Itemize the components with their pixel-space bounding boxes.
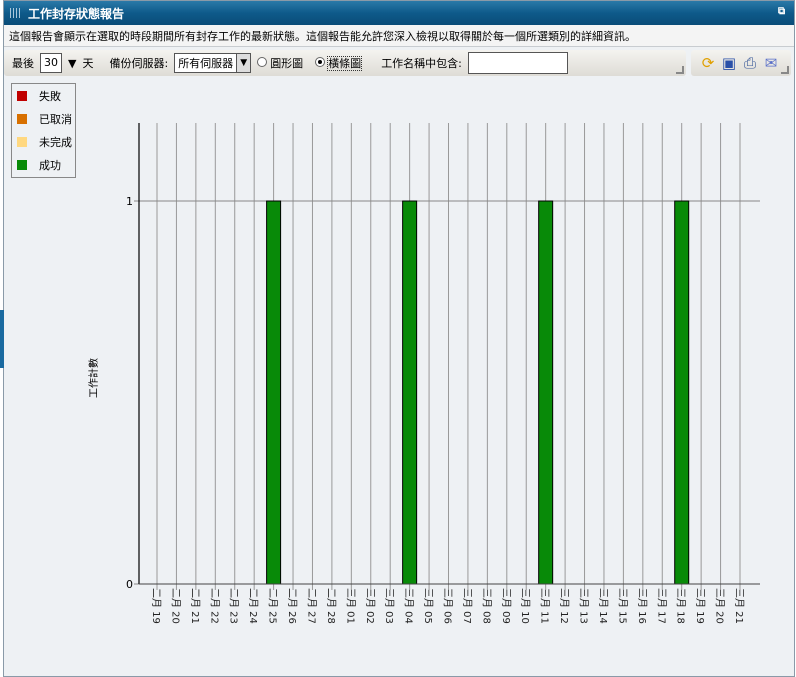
window-title: 工作封存狀態報告 [28, 6, 125, 21]
side-panel-tab[interactable] [0, 310, 4, 368]
report-window: 工作封存狀態報告 ⧉ 這個報告會顯示在選取的時段期間所有封存工作的最新狀態。這個… [3, 0, 795, 677]
resize-handle[interactable] [781, 66, 789, 74]
last-label: 最後 [12, 57, 34, 70]
restore-icon[interactable]: ⧉ [778, 6, 790, 18]
email-icon[interactable]: ✉ [762, 54, 780, 72]
bar-label: 橫條圖 [327, 56, 363, 71]
title-bar: 工作封存狀態報告 ⧉ [4, 1, 794, 25]
legend-swatch [17, 159, 27, 170]
legend-swatch [17, 90, 27, 101]
days-unit: 天 [82, 57, 94, 70]
legend-label: 失敗 [39, 89, 61, 103]
resize-handle[interactable] [676, 66, 684, 74]
chevron-down-icon: ▼ [236, 54, 251, 72]
name-filter-input[interactable] [467, 52, 568, 74]
days-input[interactable]: 30 [40, 53, 62, 73]
server-label: 備份伺服器: [109, 57, 169, 70]
legend-item[interactable]: 失敗 [12, 84, 75, 107]
days-dropdown-icon[interactable]: ▼ [68, 57, 76, 70]
pie-radio[interactable]: 圓形圖 [257, 55, 303, 71]
legend-item[interactable]: 成功 [12, 153, 75, 176]
report-description: 這個報告會顯示在選取的時段期間所有封存工作的最新狀態。這個報告能允許您深入檢視以… [4, 25, 794, 47]
legend-swatch [17, 113, 27, 124]
server-select[interactable]: 所有伺服器 ▼ [174, 53, 252, 73]
legend-item[interactable]: 已取消 [12, 107, 75, 130]
legend-item[interactable]: 未完成 [12, 130, 75, 153]
legend-label: 成功 [39, 158, 61, 172]
save-icon[interactable]: ▣ [720, 54, 738, 72]
pie-label: 圓形圖 [270, 57, 304, 70]
legend-label: 已取消 [39, 112, 72, 126]
grip-icon [10, 8, 20, 18]
refresh-icon[interactable]: ⟳ [699, 54, 717, 72]
name-filter-label: 工作名稱中包含: [381, 57, 462, 70]
bar-radio[interactable]: 橫條圖 [315, 55, 363, 71]
print-icon[interactable]: ⎙ [741, 54, 759, 72]
toolbar: 最後 30 ▼ 天 備份伺服器: 所有伺服器 ▼ 圓形圖 橫條圖 工作名稱中包含:… [4, 49, 794, 77]
chart-legend: 失敗 已取消 未完成 成功 [11, 83, 76, 178]
server-value: 所有伺服器 [178, 57, 234, 70]
legend-swatch [17, 136, 27, 147]
legend-label: 未完成 [39, 135, 72, 149]
